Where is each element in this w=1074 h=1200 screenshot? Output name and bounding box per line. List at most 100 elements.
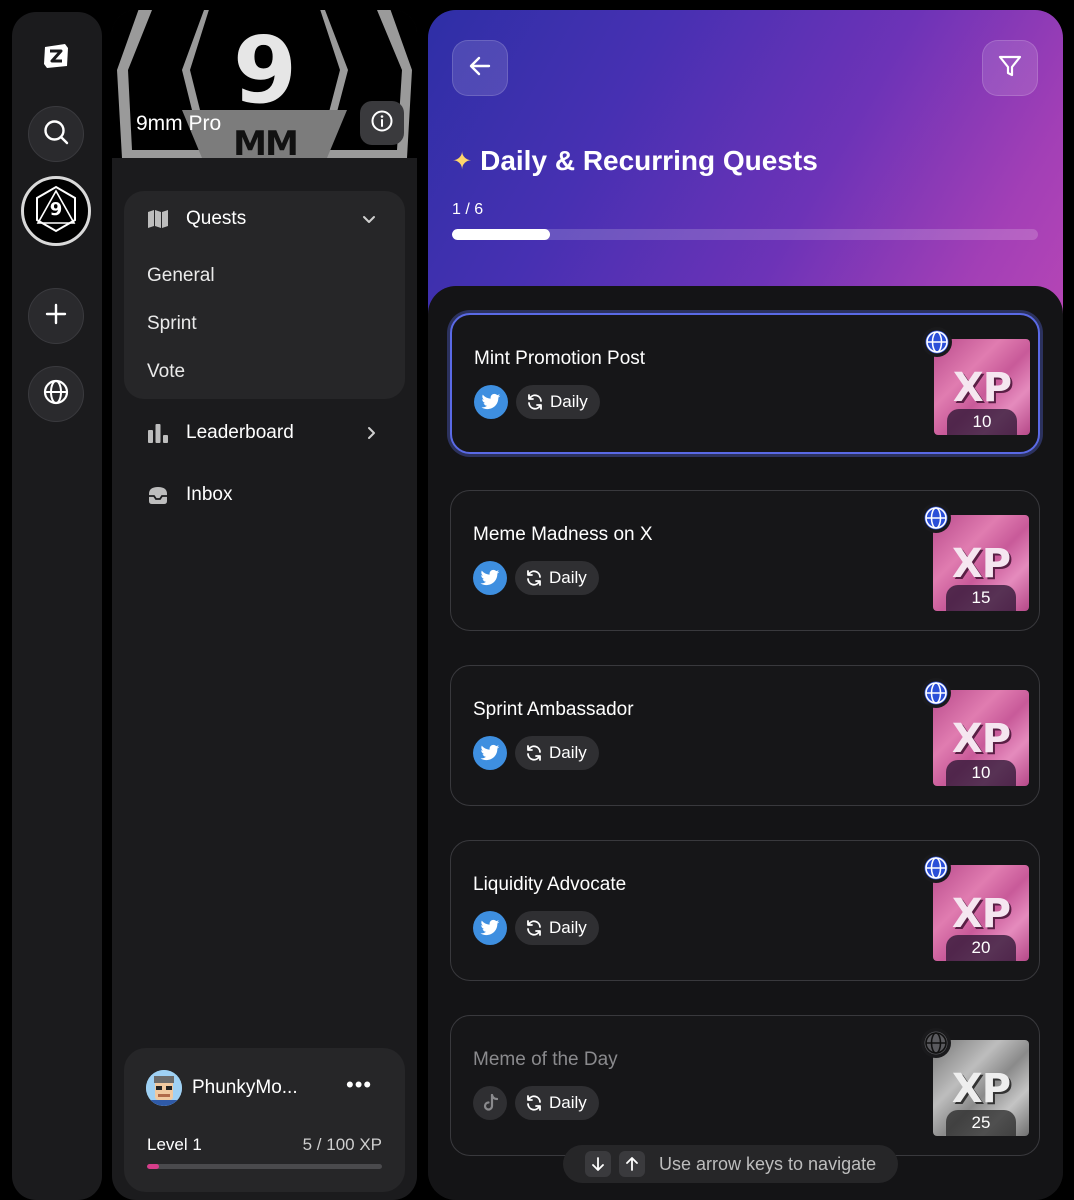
- map-icon: [146, 207, 170, 231]
- globe-icon: [921, 853, 951, 883]
- inbox-label: Inbox: [186, 484, 233, 505]
- xp-badge-text: XP: [952, 365, 1012, 411]
- globe-icon: [42, 378, 70, 411]
- community-sidebar: 9 MM 9mm Pro Quests General Sprint Vote …: [112, 10, 417, 1200]
- quest-title: Sprint Ambassador: [473, 699, 634, 720]
- xp-amount: 20: [946, 935, 1016, 961]
- search-icon: [42, 118, 70, 151]
- globe-icon: [921, 1028, 951, 1058]
- quests-section: Quests General Sprint Vote: [124, 191, 405, 399]
- globe-icon: [921, 678, 951, 708]
- svg-text:MM: MM: [233, 124, 297, 158]
- sidebar-item-vote[interactable]: Vote: [147, 361, 185, 383]
- bar-chart-icon: [146, 421, 170, 445]
- quests-label: Quests: [186, 208, 247, 229]
- quest-title: Meme of the Day: [473, 1049, 618, 1070]
- xp-amount: 10: [946, 760, 1016, 786]
- quest-card[interactable]: Meme Madness on X Daily XP 15: [450, 490, 1040, 631]
- zealy-logo-icon[interactable]: [36, 36, 76, 76]
- svg-text:9: 9: [233, 17, 297, 124]
- refresh-icon: [527, 1095, 541, 1111]
- frequency-label: Daily: [549, 1093, 587, 1112]
- page-title: ✦ Daily & Recurring Quests: [452, 145, 818, 177]
- quest-board: ✦ Daily & Recurring Quests 1 / 6 Mint Pr…: [428, 10, 1063, 1200]
- tiktok-icon: [473, 1086, 507, 1120]
- chevron-down-icon[interactable]: [361, 211, 377, 232]
- info-icon: [370, 109, 394, 138]
- sidebar-item-general[interactable]: General: [147, 265, 215, 287]
- level-progress-bar: [147, 1164, 382, 1169]
- quest-list: Mint Promotion Post Daily XP 10 Meme Mad…: [428, 286, 1063, 1200]
- sidebar-item-sprint[interactable]: Sprint: [147, 313, 197, 335]
- quest-title: Liquidity Advocate: [473, 874, 627, 895]
- user-card[interactable]: PhunkyMo... ••• Level 1 5 / 100 XP: [124, 1048, 405, 1192]
- xp-amount: 15: [946, 585, 1016, 611]
- quest-card[interactable]: Liquidity Advocate Daily XP 20: [450, 840, 1040, 981]
- frequency-badge: Daily: [515, 561, 599, 595]
- frequency-label: Daily: [550, 392, 588, 411]
- level-progress-fill: [147, 1164, 159, 1169]
- arrow-down-key-icon: [585, 1151, 611, 1177]
- quest-progress-label: 1 / 6: [452, 201, 484, 218]
- quest-card[interactable]: Mint Promotion Post Daily XP 10: [450, 313, 1040, 454]
- level-label: Level 1: [147, 1135, 202, 1154]
- filter-button[interactable]: [982, 40, 1038, 96]
- leaderboard-label: Leaderboard: [186, 422, 294, 443]
- refresh-icon: [527, 920, 541, 936]
- refresh-icon: [527, 745, 541, 761]
- keyboard-hint-text: Use arrow keys to navigate: [659, 1153, 877, 1174]
- page-title-text: Daily & Recurring Quests: [480, 145, 818, 176]
- chevron-right-icon[interactable]: [363, 425, 379, 446]
- globe-icon: [922, 327, 952, 357]
- xp-badge-text: XP: [951, 716, 1011, 762]
- xp-amount: 25: [946, 1110, 1016, 1136]
- star-icon: ✦: [452, 147, 473, 175]
- frequency-label: Daily: [549, 568, 587, 587]
- more-options-icon[interactable]: •••: [346, 1072, 372, 1098]
- xp-badge-text: XP: [951, 891, 1011, 937]
- twitter-icon: [473, 911, 507, 945]
- frequency-badge: Daily: [515, 736, 599, 770]
- explore-button[interactable]: [28, 366, 84, 422]
- quest-progress-bar: [452, 229, 1038, 240]
- 9mm-logo-icon: 9: [28, 181, 84, 242]
- app-rail: 9: [12, 12, 102, 1200]
- svg-text:9: 9: [50, 199, 63, 220]
- quest-progress-fill: [452, 229, 550, 240]
- xp-badge-text: XP: [951, 1066, 1011, 1112]
- inbox-icon: [146, 483, 170, 507]
- twitter-icon: [473, 561, 507, 595]
- quest-card[interactable]: Sprint Ambassador Daily XP 10: [450, 665, 1040, 806]
- avatar[interactable]: [146, 1070, 182, 1106]
- quest-title: Meme Madness on X: [473, 524, 653, 545]
- quest-header: ✦ Daily & Recurring Quests 1 / 6: [428, 10, 1063, 330]
- globe-icon: [921, 503, 951, 533]
- inbox-nav-item[interactable]: Inbox: [146, 483, 386, 507]
- xp-label: 5 / 100 XP: [302, 1135, 382, 1154]
- arrow-up-key-icon: [619, 1151, 645, 1177]
- filter-icon: [997, 53, 1023, 84]
- back-button[interactable]: [452, 40, 508, 96]
- leaderboard-nav-item[interactable]: Leaderboard: [146, 421, 386, 445]
- quests-nav-item[interactable]: Quests: [146, 207, 386, 231]
- twitter-icon: [473, 736, 507, 770]
- frequency-label: Daily: [549, 743, 587, 762]
- frequency-label: Daily: [549, 918, 587, 937]
- xp-amount: 10: [947, 409, 1017, 435]
- arrow-left-icon: [467, 53, 493, 84]
- twitter-icon: [474, 385, 508, 419]
- add-community-button[interactable]: [28, 288, 84, 344]
- quest-title: Mint Promotion Post: [474, 348, 646, 369]
- refresh-icon: [527, 570, 541, 586]
- frequency-badge: Daily: [515, 1086, 599, 1120]
- user-name: PhunkyMo...: [192, 1077, 298, 1098]
- info-button[interactable]: [360, 101, 404, 145]
- keyboard-hint: Use arrow keys to navigate: [563, 1145, 899, 1183]
- community-9mm-button[interactable]: 9: [21, 176, 91, 246]
- search-button[interactable]: [28, 106, 84, 162]
- plus-icon: [44, 302, 68, 331]
- community-banner: 9 MM 9mm Pro: [112, 10, 417, 158]
- xp-badge-text: XP: [951, 541, 1011, 587]
- refresh-icon: [528, 394, 542, 410]
- quest-card[interactable]: Meme of the Day Daily XP 25: [450, 1015, 1040, 1156]
